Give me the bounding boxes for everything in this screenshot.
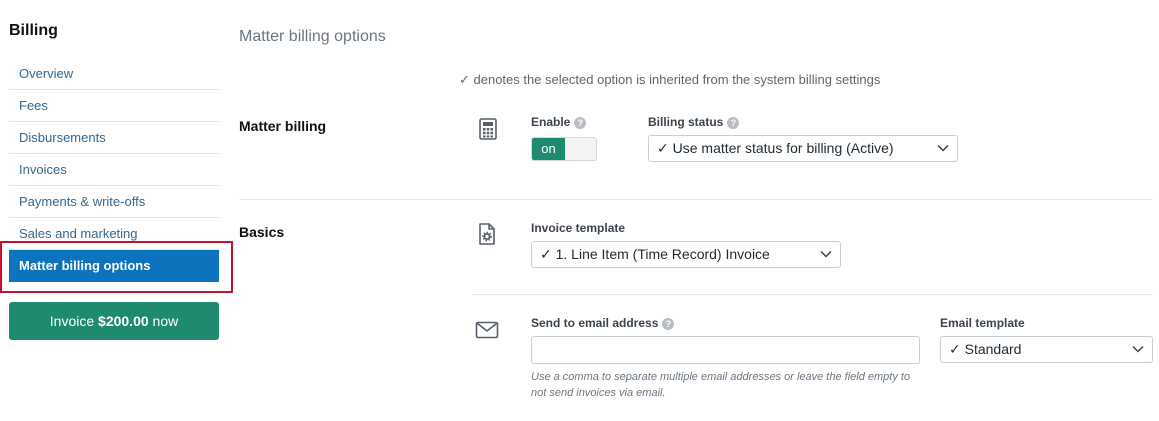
sidebar-item-payments-write-offs[interactable]: Payments & write-offs <box>9 186 219 218</box>
invoice-button-suffix: now <box>148 313 179 329</box>
subsection-divider <box>472 294 1153 295</box>
email-hint-text: Use a comma to separate multiple email a… <box>531 371 911 399</box>
document-gear-icon <box>479 223 495 245</box>
invoice-template-select[interactable]: ✓ 1. Line Item (Time Record) Invoice <box>531 241 841 268</box>
send-to-email-label-text: Send to email address <box>531 316 659 330</box>
page-title: Matter billing options <box>239 28 386 45</box>
send-to-email-label: Send to email address? <box>531 316 675 330</box>
billing-sidebar: Billing Overview Fees Disbursements Invo… <box>0 0 233 421</box>
help-icon[interactable]: ? <box>574 117 587 129</box>
sidebar-item-sales-and-marketing[interactable]: Sales and marketing <box>9 218 219 250</box>
basics-section-label: Basics <box>239 224 285 240</box>
inherited-option-note: ✓ denotes the selected option is inherit… <box>459 72 881 87</box>
send-to-email-input[interactable] <box>531 336 920 364</box>
email-template-label: Email template <box>940 316 1025 330</box>
billing-status-label-text: Billing status <box>648 115 724 129</box>
chevron-down-icon <box>937 144 949 152</box>
billing-status-value: ✓ Use matter status for billing (Active) <box>657 140 894 156</box>
toggle-on-label: on <box>532 138 565 160</box>
invoice-now-button[interactable]: Invoice $200.00 now <box>9 302 219 340</box>
invoice-template-value: ✓ 1. Line Item (Time Record) Invoice <box>540 246 770 262</box>
sidebar-item-fees[interactable]: Fees <box>9 90 219 122</box>
invoice-button-amount: $200.00 <box>98 313 149 329</box>
sidebar-item-disbursements[interactable]: Disbursements <box>9 122 219 154</box>
billing-nav: Overview Fees Disbursements Invoices Pay… <box>9 58 219 282</box>
email-template-value: ✓ Standard <box>949 341 1022 357</box>
sidebar-title: Billing <box>9 22 58 39</box>
toggle-off-segment <box>565 138 596 160</box>
email-template-select[interactable]: ✓ Standard <box>940 336 1153 363</box>
help-icon[interactable]: ? <box>727 117 740 129</box>
enable-label: Enable? <box>531 115 587 129</box>
section-divider <box>239 199 1153 200</box>
matter-billing-section-label: Matter billing <box>239 118 327 134</box>
calculator-icon <box>479 118 497 140</box>
chevron-down-icon <box>1132 345 1144 353</box>
invoice-button-prefix: Invoice <box>49 313 99 329</box>
enable-label-text: Enable <box>531 115 571 129</box>
billing-status-select[interactable]: ✓ Use matter status for billing (Active) <box>648 135 958 162</box>
sidebar-item-overview[interactable]: Overview <box>9 58 219 90</box>
invoice-template-label: Invoice template <box>531 221 626 235</box>
sidebar-item-matter-billing-options[interactable]: Matter billing options <box>9 250 219 282</box>
chevron-down-icon <box>820 250 832 258</box>
help-icon[interactable]: ? <box>662 318 675 330</box>
envelope-icon <box>475 321 499 339</box>
sidebar-item-invoices[interactable]: Invoices <box>9 154 219 186</box>
billing-status-label: Billing status? <box>648 115 740 129</box>
enable-toggle[interactable]: on <box>531 137 597 161</box>
